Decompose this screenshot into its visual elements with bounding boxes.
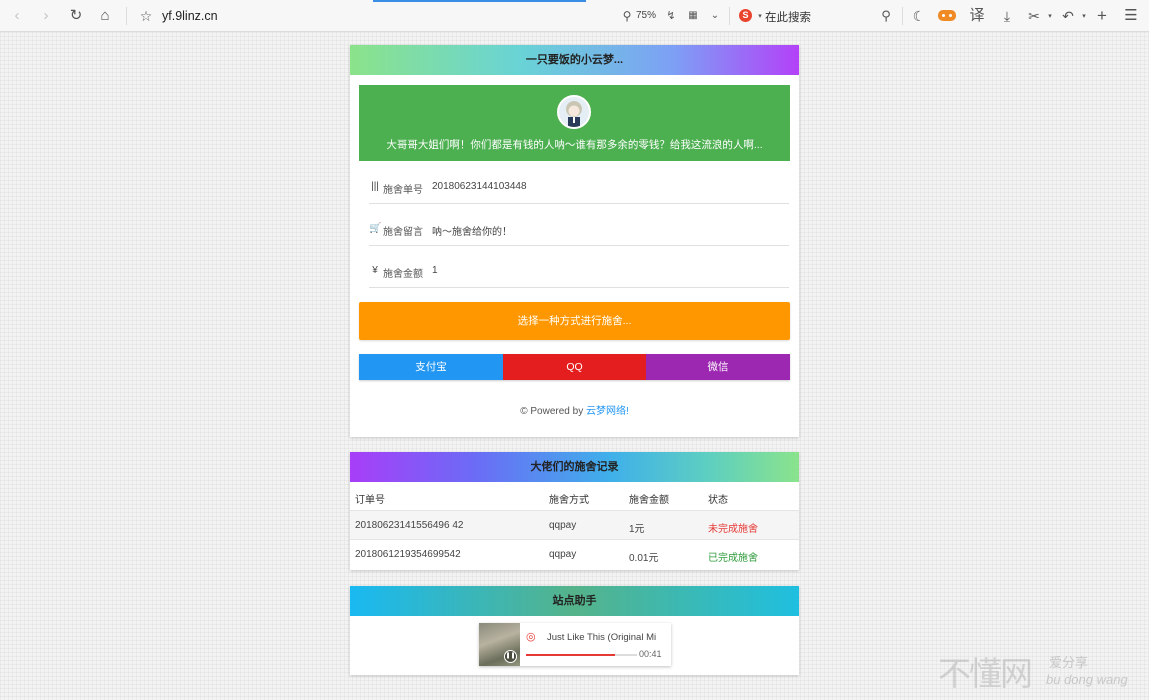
barcode-icon: ||| [371,181,379,192]
browser-toolbar: ‹ › ↻ ⌂ ☆ yf.9linz.cn ⚲ 75% ↯ ▦ ⌄ S ▾ 在此… [0,0,1149,32]
reload-icon[interactable]: ↻ [67,7,85,25]
address-bar[interactable]: yf.9linz.cn [162,9,218,23]
home-icon[interactable]: ⌂ [96,7,114,25]
order-cell: 2018061219354699542 [355,549,461,560]
watermark-pinyin: bu dong wang [1046,672,1128,687]
method-cell: qqpay [549,520,577,531]
zoom-level[interactable]: 75% [636,10,656,21]
download-icon[interactable]: ⤓ [998,7,1016,25]
chevron-down-icon[interactable]: ⌄ [706,7,724,25]
donate-card-title: 一只要饭的小云梦... [350,45,799,75]
translate-icon[interactable]: 译 [968,7,986,25]
new-tab-plus-icon[interactable]: + [1093,7,1111,25]
watermark-logo: 不懂网 [938,654,1033,693]
yen-icon: ¥ [372,265,378,276]
qq-pay-button[interactable]: QQ [503,354,646,380]
helper-card: 站点助手 ❚❚ ◎ Just Like This (Original Mi 00… [350,586,799,675]
table-row: 2018061219354699542 qqpay 0.01元 已完成施舍 [350,540,799,569]
grid-icon[interactable]: ▦ [684,7,702,25]
progress-bar[interactable] [526,654,637,656]
message-field[interactable]: 🛒 施舍留言 呐～施舍给你的！ [369,215,789,246]
netease-music-icon: ◎ [526,631,536,643]
order-number-field[interactable]: ||| 施舍单号 20180623144103448 [369,173,789,204]
amount-cell: 0.01元 [629,553,659,564]
order-cell: 20180623141556496 42 [355,520,464,531]
menu-icon[interactable]: ☰ [1122,7,1140,25]
active-tab-indicator [373,0,586,2]
beggar-banner: 大哥哥大姐们啊！你们都是有钱的人呐～谁有那多余的零钱？给我这流浪的人啊... [359,85,790,161]
field-label: 施舍留言 [383,227,423,238]
game-icon[interactable] [938,10,956,21]
back-icon[interactable]: ‹ [8,7,26,25]
zoom-icon[interactable]: ⚲ [618,7,636,25]
play-time: 00:41 [639,649,662,659]
lightning-icon[interactable]: ↯ [662,7,680,25]
choose-method-button[interactable]: 选择一种方式进行施舍... [359,302,790,340]
amount-cell: 1元 [629,524,645,535]
status-cell: 已完成施舍 [708,553,758,564]
amount-value[interactable]: 1 [432,265,438,276]
method-cell: qqpay [549,549,577,560]
caret-down-icon[interactable]: ▾ [1041,8,1059,26]
album-cover[interactable]: ❚❚ [479,623,520,666]
powered-by: © Powered by 云梦网络! [350,402,799,417]
column-header: 订单号 [355,495,385,506]
music-player: ❚❚ ◎ Just Like This (Original Mi 00:41 [479,623,671,666]
toolbar-divider [729,7,730,25]
field-label: 施舍单号 [383,185,423,196]
toolbar-divider [126,7,127,25]
amount-field[interactable]: ¥ 施舍金额 1 [369,257,789,288]
table-row: 20180623141556496 42 qqpay 1元 未完成施舍 [350,511,799,540]
status-cell: 未完成施舍 [708,524,758,535]
caret-down-icon[interactable]: ▾ [1075,8,1093,26]
table-header: 订单号 施舍方式 施舍金额 状态 [350,482,799,511]
column-header: 施舍金额 [629,495,669,506]
donate-card: 一只要饭的小云梦... 大哥哥大姐们啊！你们都是有钱的人呐～谁有那多余的零钱？给… [350,45,799,437]
pause-icon[interactable]: ❚❚ [504,650,517,663]
column-header: 施舍方式 [549,495,589,506]
powered-link[interactable]: 云梦网络! [586,406,629,417]
wechat-pay-button[interactable]: 微信 [646,354,790,380]
helper-card-title: 站点助手 [350,586,799,616]
records-card: 大佬们的施舍记录 订单号 施舍方式 施舍金额 状态 20180623141556… [350,452,799,570]
cart-icon: 🛒 [369,223,382,234]
song-title: Just Like This (Original Mi [547,632,657,643]
night-mode-icon[interactable]: ☾ [910,7,928,25]
records-card-title: 大佬们的施舍记录 [350,452,799,482]
bookmark-star-icon[interactable]: ☆ [137,7,155,25]
message-value[interactable]: 呐～施舍给你的！ [432,223,512,238]
watermark-slogan: 爱分享 [1049,655,1089,670]
search-input[interactable]: 在此搜索 [765,9,811,25]
search-icon[interactable]: ⚲ [877,7,895,25]
alipay-button[interactable]: 支付宝 [359,354,503,380]
avatar [557,95,591,129]
field-label: 施舍金额 [383,269,423,280]
payment-method-group: 支付宝 QQ 微信 [359,354,790,380]
forward-icon[interactable]: › [37,7,55,25]
order-number-value[interactable]: 20180623144103448 [432,181,527,192]
toolbar-divider [902,7,903,25]
banner-message: 大哥哥大姐们啊！你们都是有钱的人呐～谁有那多余的零钱？给我这流浪的人啊... [386,139,763,151]
column-header: 状态 [708,495,728,506]
progress-fill [526,654,615,656]
powered-prefix: © Powered by [520,406,586,417]
